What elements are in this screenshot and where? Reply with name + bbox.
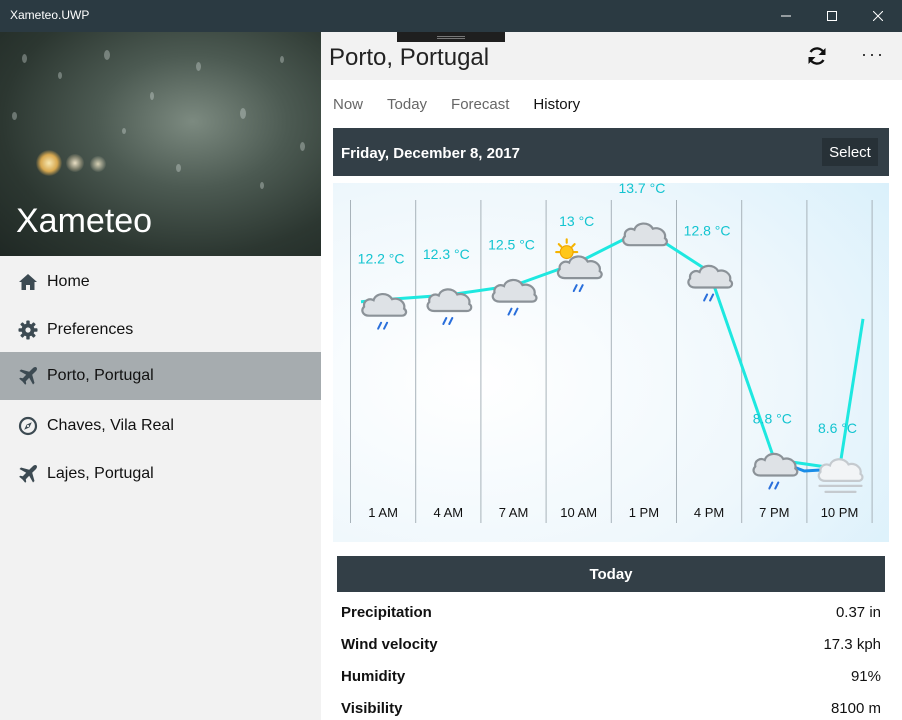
data-label: 8.8 °C (753, 411, 792, 427)
compass-icon (18, 416, 38, 436)
date-bar: Friday, December 8, 2017 Select (333, 128, 889, 176)
x-tick-label: 1 AM (368, 505, 398, 520)
detail-label: Wind velocity (341, 636, 438, 653)
temperature-chart: 12.2 °C 12.3 °C 12.5 °C 13 °C 13.7 °C 12.8 °C… (333, 183, 889, 542)
summary-header: Today (337, 556, 885, 592)
title-bar: Xameteo.UWP (0, 0, 902, 32)
sidebar-item-label: Preferences (47, 321, 134, 338)
maximize-button[interactable] (809, 0, 855, 32)
sidebar-item-label: Porto, Portugal (47, 367, 154, 384)
sidebar-item-label: Chaves, Vila Real (47, 417, 174, 434)
detail-label: Precipitation (341, 604, 432, 621)
detail-row-precipitation: Precipitation 0.37 in (341, 604, 881, 628)
x-tick-label: 4 PM (694, 505, 724, 520)
sidebar-item-label: Home (47, 273, 90, 290)
detail-row-humidity: Humidity 91% (341, 668, 881, 692)
page-title: Porto, Portugal (329, 44, 490, 71)
detail-value: 17.3 kph (823, 636, 881, 653)
detail-value: 8100 m (830, 700, 881, 717)
x-tick-label: 1 PM (629, 505, 659, 520)
maximize-icon (827, 11, 837, 21)
home-icon (19, 274, 37, 290)
main-content: Porto, Portugal ··· Now Today Forecast H… (321, 32, 902, 720)
page-header: Porto, Portugal ··· (321, 32, 902, 80)
drag-handle[interactable] (397, 32, 505, 42)
tab-now[interactable]: Now (333, 96, 363, 116)
data-label: 13.7 °C (618, 183, 665, 196)
more-button[interactable]: ··· (861, 44, 893, 68)
x-tick-label: 10 PM (821, 505, 859, 520)
detail-row-wind: Wind velocity 17.3 kph (341, 636, 881, 660)
airplane-icon (19, 465, 37, 483)
sidebar-item-home[interactable]: Home (0, 258, 321, 306)
window-title: Xameteo.UWP (10, 8, 90, 22)
x-tick-label: 4 AM (433, 505, 463, 520)
date-label: Friday, December 8, 2017 (341, 145, 520, 162)
data-label: 12.5 °C (488, 237, 535, 253)
gear-icon (18, 320, 38, 340)
refresh-icon[interactable] (805, 44, 829, 68)
detail-value: 91% (850, 668, 881, 685)
minimize-icon (781, 15, 791, 17)
sidebar-item-lajes[interactable]: Lajes, Portugal (0, 450, 321, 498)
x-tick-label: 10 AM (560, 505, 597, 520)
data-label: 12.2 °C (358, 251, 405, 267)
sidebar-item-preferences[interactable]: Preferences (0, 306, 321, 354)
tab-today[interactable]: Today (387, 96, 427, 116)
app-name: Xameteo (16, 202, 153, 240)
data-label: 12.3 °C (423, 246, 470, 262)
detail-label: Humidity (341, 668, 406, 685)
hero-image: Xameteo (0, 32, 321, 256)
minimize-button[interactable] (763, 0, 809, 32)
detail-value: 0.37 in (835, 604, 881, 621)
detail-label: Visibility (341, 700, 403, 717)
select-date-button[interactable]: Select (822, 138, 878, 166)
pivot-tabs: Now Today Forecast History (333, 96, 604, 116)
data-label: 13 °C (559, 213, 594, 229)
sidebar-item-label: Lajes, Portugal (47, 465, 154, 482)
close-icon (873, 11, 883, 21)
tab-forecast[interactable]: Forecast (451, 96, 509, 116)
data-label: 8.6 °C (818, 420, 857, 436)
close-button[interactable] (855, 0, 901, 32)
detail-row-visibility: Visibility 8100 m (341, 700, 881, 720)
x-tick-label: 7 AM (499, 505, 529, 520)
sidebar: Xameteo Home Preferences Porto, Portugal… (0, 32, 321, 720)
sidebar-item-porto[interactable]: Porto, Portugal (0, 352, 321, 400)
x-tick-label: 7 PM (759, 505, 789, 520)
tab-history[interactable]: History (533, 96, 580, 116)
airplane-icon (19, 367, 37, 385)
data-label: 12.8 °C (684, 223, 731, 239)
sidebar-item-chaves[interactable]: Chaves, Vila Real (0, 402, 321, 450)
